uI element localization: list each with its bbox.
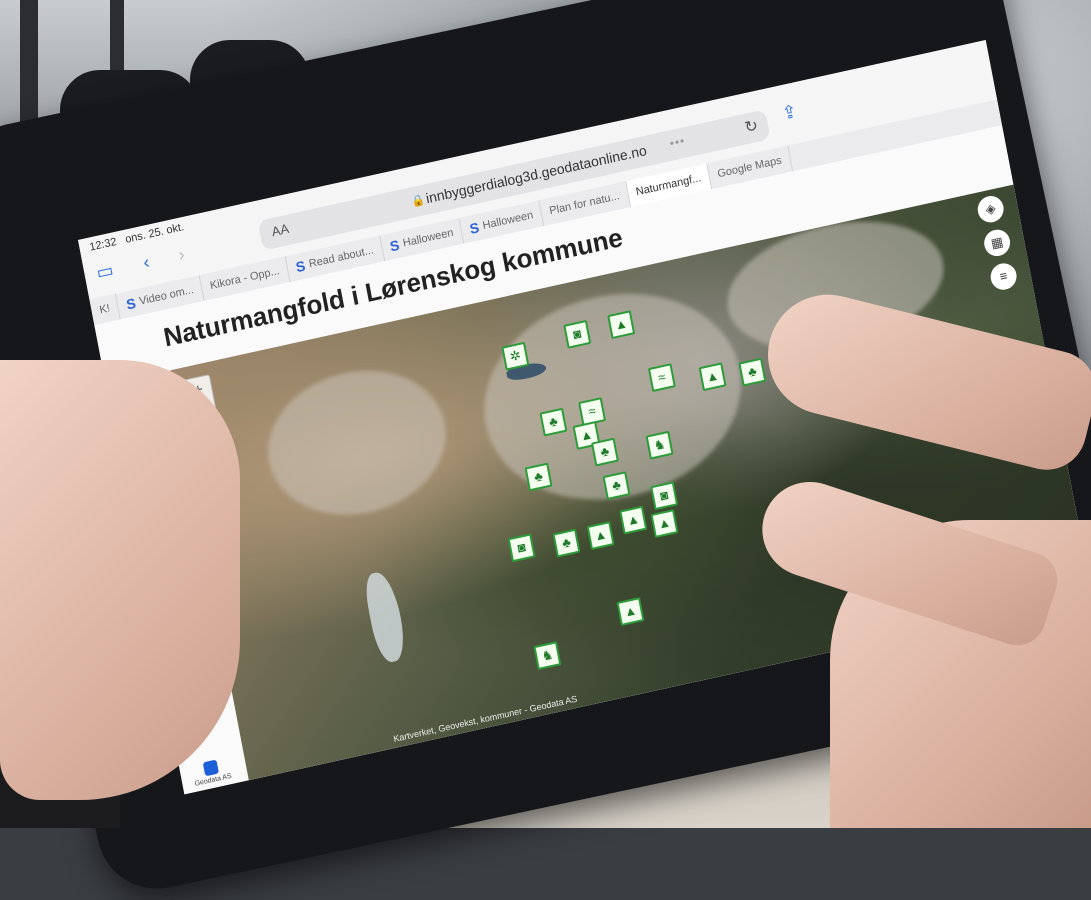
s-icon: S: [388, 236, 401, 255]
water-icon[interactable]: ≈: [647, 363, 676, 393]
tab-label: Halloween: [481, 209, 535, 233]
chat-dots-icon: •••: [130, 384, 155, 408]
s-icon: S: [294, 257, 307, 276]
tree-icon[interactable]: ♣: [602, 471, 631, 501]
basket-icon[interactable]: ◙: [563, 319, 592, 349]
mountain-icon[interactable]: ▲: [619, 505, 648, 535]
shelf-post: [20, 0, 38, 200]
give-input-button[interactable]: ••• Gi innspill: [112, 381, 176, 424]
mountain-icon[interactable]: ▲: [607, 310, 636, 340]
sidebar-toggle-icon[interactable]: ▭: [95, 260, 116, 284]
info-button[interactable]: i Info og bruksanvisning: [131, 480, 197, 532]
backpack: [60, 70, 200, 180]
side-label: Se alle innspill: [129, 451, 181, 472]
tree-icon[interactable]: ♣: [552, 528, 581, 558]
forward-icon[interactable]: ›: [177, 244, 187, 266]
mountain-icon[interactable]: ▲: [586, 521, 615, 551]
geodata-logo-mark: [202, 759, 220, 777]
urban-area: [716, 202, 955, 369]
tab-label: Halloween: [401, 226, 455, 250]
geodata-logo: Geodata AS: [185, 756, 238, 790]
backpack: [190, 40, 310, 140]
more-dots-icon[interactable]: •••: [669, 133, 687, 150]
see-all-input-button[interactable]: ❝ Se alle innspill: [121, 430, 185, 473]
tree-icon[interactable]: ♣: [539, 407, 568, 437]
tree-icon[interactable]: ♣: [590, 437, 619, 467]
tree-icon[interactable]: ♣: [738, 357, 767, 387]
tree-icon[interactable]: ♣: [524, 462, 553, 492]
zoom-out-button[interactable]: −: [188, 401, 218, 432]
layers-icon[interactable]: ◈: [975, 193, 1006, 225]
flower-icon[interactable]: ✲: [501, 341, 530, 371]
animal-icon[interactable]: ♞: [533, 641, 562, 671]
share-icon[interactable]: ⇪: [780, 101, 799, 125]
tab-label: K!: [98, 302, 111, 317]
list-icon[interactable]: ≡: [988, 260, 1019, 293]
chat-bubbles-icon: ❝: [139, 434, 165, 457]
grid-icon[interactable]: ▦: [981, 227, 1013, 259]
reload-icon[interactable]: ↻: [743, 115, 760, 138]
urban-area: [255, 354, 459, 532]
basket-icon[interactable]: ◙: [507, 533, 536, 563]
side-label: Gi innspill: [127, 404, 164, 421]
zoom-control: + −: [182, 374, 220, 434]
mountain-icon[interactable]: ▲: [698, 362, 727, 392]
lake: [362, 569, 409, 665]
side-label: Info og bruksanvisning: [139, 504, 194, 531]
animal-icon[interactable]: ♞: [645, 430, 674, 460]
basket-icon[interactable]: ◙: [650, 481, 679, 511]
mountain-icon[interactable]: ▲: [616, 597, 645, 626]
lock-icon: 🔒: [410, 193, 427, 209]
info-icon: i: [149, 483, 174, 507]
s-icon: S: [468, 219, 481, 237]
reader-aa-button[interactable]: AA: [270, 221, 290, 240]
s-icon: S: [124, 294, 138, 313]
back-icon[interactable]: ‹: [142, 252, 152, 274]
mountain-icon[interactable]: ▲: [650, 509, 679, 539]
status-time: 12:32: [88, 235, 118, 254]
